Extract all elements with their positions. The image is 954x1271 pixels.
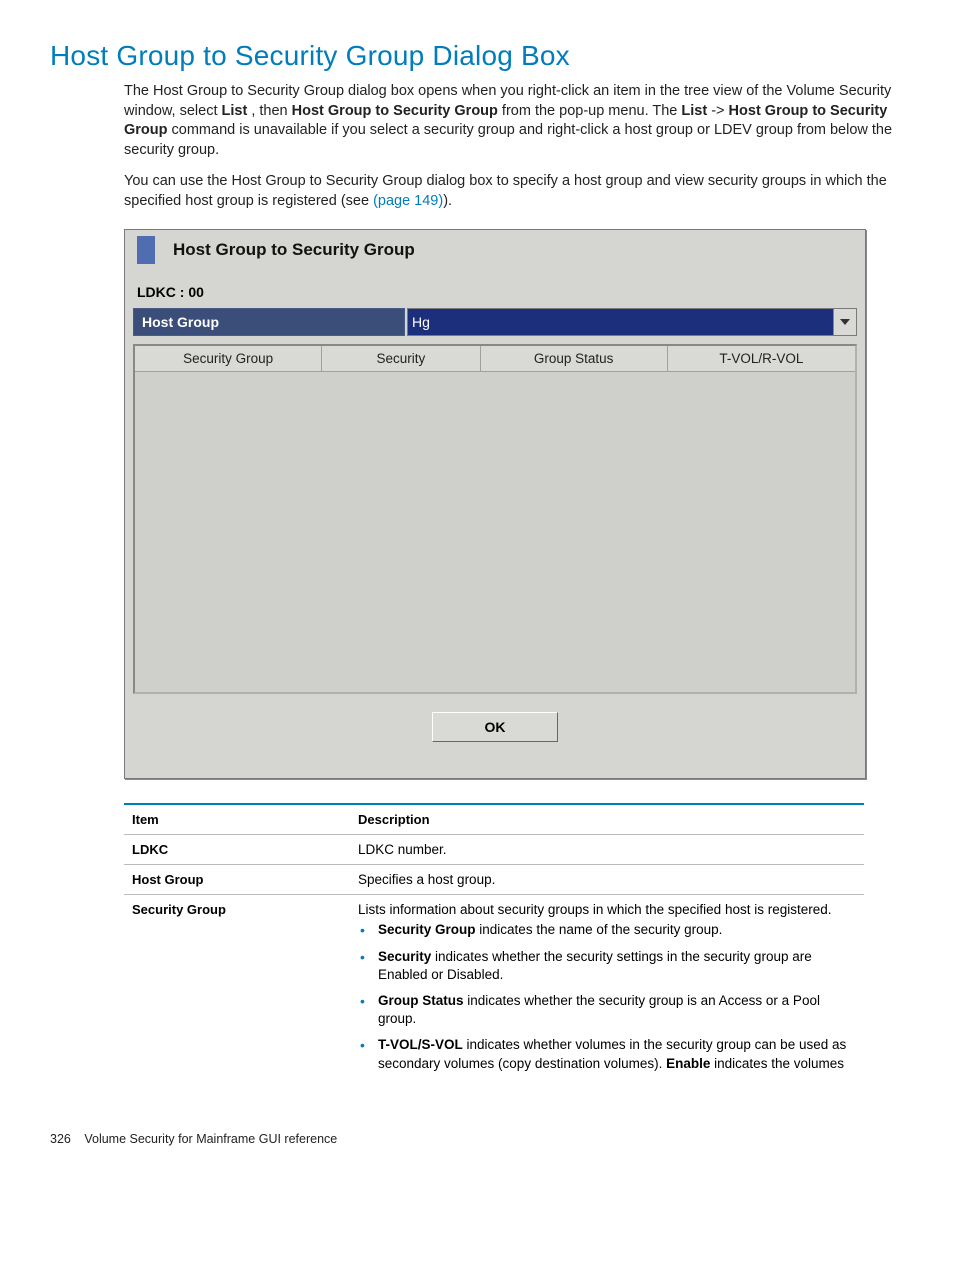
table-row: LDKC LDKC number. (124, 835, 864, 865)
chevron-down-icon (840, 319, 850, 325)
p1-text: , then (247, 103, 291, 119)
bullet-term: T-VOL/S-VOL (378, 1037, 463, 1052)
col-group-status: Group Status (481, 346, 668, 371)
bullet-term: Group Status (378, 993, 464, 1008)
table-row: Security Group Lists information about s… (124, 895, 864, 1088)
dialog-titlebar: Host Group to Security Group (125, 230, 865, 268)
description-table: Item Description LDKC LDKC number. Host … (124, 803, 864, 1088)
footer-text: Volume Security for Mainframe GUI refere… (84, 1132, 337, 1146)
col-security-group: Security Group (135, 346, 322, 371)
p1-bold-list2: List (681, 103, 707, 119)
desc-header-description: Description (350, 804, 864, 835)
bullet-term: Enable (666, 1056, 710, 1071)
desc-item-securitygroup: Security Group (124, 895, 350, 1088)
dialog-title-icon (137, 236, 155, 264)
desc-header-item: Item (124, 804, 350, 835)
p2-text: ). (443, 193, 452, 209)
list-item: Group Status indicates whether the secur… (374, 992, 856, 1028)
intro-paragraph-2: You can use the Host Group to Security G… (124, 172, 904, 211)
p1-text: -> (707, 103, 728, 119)
dialog-title: Host Group to Security Group (173, 240, 415, 260)
host-group-row: Host Group Hg (133, 308, 857, 336)
table-header-row: Security Group Security Group Status T-V… (135, 346, 855, 372)
col-security: Security (322, 346, 480, 371)
host-group-select-button[interactable] (833, 309, 856, 335)
host-group-label: Host Group (133, 308, 405, 336)
host-group-select-value: Hg (408, 309, 833, 335)
dialog-screenshot: Host Group to Security Group LDKC : 00 H… (124, 229, 866, 779)
desc-sg-intro: Lists information about security groups … (358, 902, 832, 917)
ldkc-label: LDKC : 00 (125, 268, 865, 304)
host-group-select[interactable]: Hg (407, 308, 857, 336)
desc-text-securitygroup: Lists information about security groups … (350, 895, 864, 1088)
dialog-button-row: OK (125, 704, 865, 778)
list-item: Security indicates whether the security … (374, 948, 856, 984)
ok-button[interactable]: OK (432, 712, 558, 742)
bullet-term: Security Group (378, 922, 476, 937)
p1-bold-cmd: Host Group to Security Group (292, 103, 498, 119)
desc-item-ldkc: LDKC (124, 835, 350, 865)
page-title: Host Group to Security Group Dialog Box (50, 40, 904, 72)
page-footer: 326 Volume Security for Mainframe GUI re… (50, 1132, 904, 1146)
bullet-text: indicates the volumes (710, 1056, 844, 1071)
desc-text-hostgroup: Specifies a host group. (350, 865, 864, 895)
p2-text: You can use the Host Group to Security G… (124, 173, 887, 209)
table-row: Host Group Specifies a host group. (124, 865, 864, 895)
desc-header-row: Item Description (124, 804, 864, 835)
p1-bold-list: List (222, 103, 248, 119)
col-tvol-rvol: T-VOL/R-VOL (668, 346, 855, 371)
bullet-text: indicates the name of the security group… (476, 922, 723, 937)
page-number: 326 (50, 1132, 71, 1146)
page-ref-link[interactable]: (page 149) (373, 193, 443, 209)
bullet-term: Security (378, 949, 431, 964)
list-item: T-VOL/S-VOL indicates whether volumes in… (374, 1036, 856, 1072)
desc-text-ldkc: LDKC number. (350, 835, 864, 865)
p1-text: command is unavailable if you select a s… (124, 122, 892, 158)
desc-sg-bullets: Security Group indicates the name of the… (358, 921, 856, 1073)
intro-paragraph-1: The Host Group to Security Group dialog … (124, 82, 904, 160)
bullet-text: indicates whether the security settings … (378, 949, 812, 982)
p1-text: from the pop-up menu. The (498, 103, 682, 119)
list-item: Security Group indicates the name of the… (374, 921, 856, 939)
desc-item-hostgroup: Host Group (124, 865, 350, 895)
security-group-table: Security Group Security Group Status T-V… (133, 344, 857, 694)
